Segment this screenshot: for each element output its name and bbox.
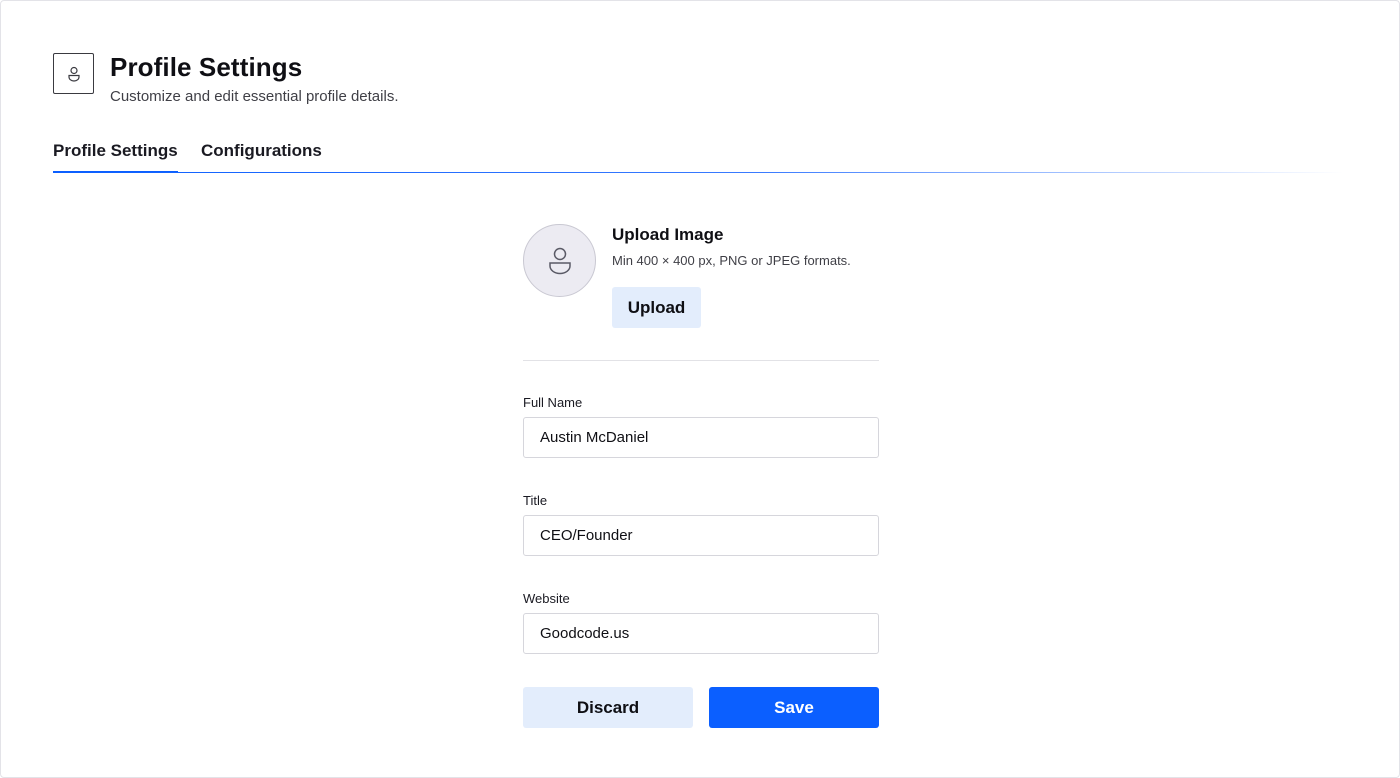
full-name-label: Full Name xyxy=(523,395,583,410)
avatar[interactable] xyxy=(523,224,596,297)
save-button[interactable]: Save xyxy=(709,687,879,728)
full-name-field[interactable] xyxy=(523,417,879,458)
website-field[interactable] xyxy=(523,613,879,654)
website-label: Website xyxy=(523,591,570,606)
user-icon xyxy=(53,53,94,94)
title-label: Title xyxy=(523,493,548,508)
upload-button[interactable]: Upload xyxy=(612,287,701,328)
tab-configurations[interactable]: Configurations xyxy=(201,141,322,173)
title-field[interactable] xyxy=(523,515,879,556)
page-title: Profile Settings xyxy=(110,52,303,82)
discard-button[interactable]: Discard xyxy=(523,687,693,728)
section-divider xyxy=(523,360,879,361)
app-window: Profile Settings Customize and edit esse… xyxy=(0,0,1400,778)
upload-image-hint: Min 400 × 400 px, PNG or JPEG formats. xyxy=(612,253,851,268)
upload-image-title: Upload Image xyxy=(612,225,724,244)
tab-profile-settings[interactable]: Profile Settings xyxy=(53,141,178,173)
tab-bar: Profile Settings Configurations xyxy=(53,141,1343,173)
tab-underline-divider xyxy=(53,172,1343,173)
user-icon xyxy=(548,247,571,274)
page-subtitle: Customize and edit essential profile det… xyxy=(110,88,399,105)
